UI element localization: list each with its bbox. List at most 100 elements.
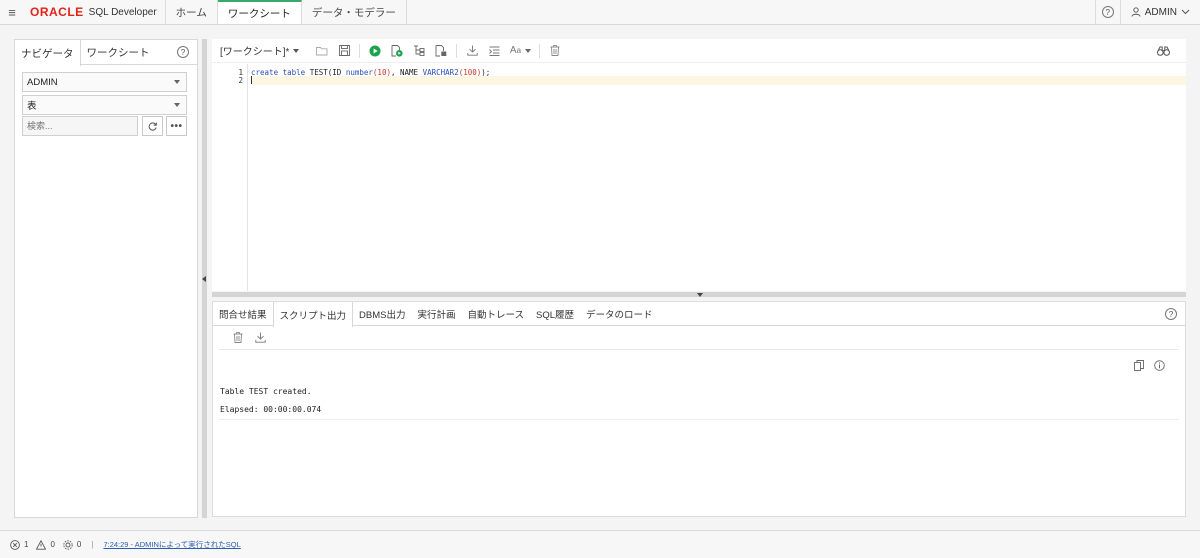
- schema-select[interactable]: ADMIN: [22, 72, 187, 92]
- more-icon: •••: [170, 120, 183, 132]
- clear-output-button[interactable]: [227, 328, 249, 348]
- script-output-line: Elapsed: 00:00:00.074: [220, 405, 322, 414]
- caret-down-icon: [174, 80, 180, 84]
- warning-count: 0: [50, 540, 55, 549]
- oracle-logo: ORACLE: [30, 5, 84, 19]
- download-icon: [467, 45, 478, 56]
- format-button[interactable]: [483, 41, 505, 61]
- clear-editor-button[interactable]: [544, 41, 566, 61]
- output-divider: [219, 419, 1179, 420]
- chevron-down-icon: [1181, 9, 1190, 15]
- user-icon: [1131, 7, 1141, 17]
- gear-icon[interactable]: [63, 539, 73, 550]
- top-bar: ≡ ORACLE SQL Developer ホーム ワークシート データ・モデ…: [0, 0, 1200, 25]
- navigator-tabs: ナビゲータ ワークシート ?: [15, 40, 197, 66]
- caret-down-icon: [174, 103, 180, 107]
- navigator-panel: ナビゲータ ワークシート ? ADMIN 表 •••: [14, 39, 198, 518]
- font-case-icon: Aa: [509, 45, 522, 56]
- vertical-splitter[interactable]: [202, 39, 207, 518]
- tab-query-result[interactable]: 問合せ結果: [213, 302, 273, 325]
- last-sql-link[interactable]: 7:24:29 - ADMINによって実行されたSQL: [103, 539, 240, 550]
- text-cursor: [251, 76, 252, 84]
- error-icon[interactable]: [10, 539, 20, 550]
- download-icon: [254, 332, 266, 343]
- tab-explain-plan[interactable]: 実行計画: [411, 302, 461, 325]
- explain-plan-icon: [414, 45, 425, 56]
- more-actions-button[interactable]: •••: [166, 116, 187, 136]
- info-button[interactable]: [1154, 360, 1165, 374]
- app-brand: ORACLE SQL Developer: [24, 0, 166, 24]
- task-count: 0: [76, 540, 82, 549]
- line-number-gutter: 1 2: [212, 64, 248, 291]
- product-name: SQL Developer: [88, 6, 157, 18]
- hamburger-menu-icon[interactable]: ≡: [0, 0, 24, 24]
- run-script-icon: [392, 44, 404, 57]
- save-icon: [339, 45, 350, 56]
- status-bar: 1 0 0 | 7:24:29 - ADMINによって実行されたSQL: [0, 530, 1200, 558]
- tab-navigator[interactable]: ナビゲータ: [15, 40, 81, 66]
- open-folder-button[interactable]: [311, 41, 333, 61]
- status-divider: |: [91, 540, 94, 549]
- copy-icon: [1134, 360, 1144, 371]
- user-name: ADMIN: [1144, 6, 1177, 18]
- toolbar-divider: [456, 43, 458, 58]
- output-toolbar: [219, 326, 1179, 350]
- line-number: 2: [238, 76, 243, 85]
- binoculars-icon: [1156, 46, 1170, 56]
- editor-toolbar: [ワークシート]* Aa: [212, 39, 1186, 63]
- help-icon: ?: [1101, 6, 1114, 18]
- info-icon: [1154, 360, 1165, 371]
- sql-editor-panel: [ワークシート]* Aa 1 2 create table TEST(ID nu…: [212, 39, 1186, 291]
- top-tab-data-modeler[interactable]: データ・モデラー: [302, 0, 407, 24]
- download-button[interactable]: [461, 41, 483, 61]
- tab-script-output[interactable]: スクリプト出力: [272, 302, 354, 327]
- error-count: 1: [24, 540, 29, 549]
- folder-icon: [316, 46, 328, 55]
- case-toggle-button[interactable]: Aa: [505, 41, 535, 61]
- tab-data-load[interactable]: データのロード: [580, 302, 659, 325]
- tab-worksheet-browser[interactable]: ワークシート: [81, 40, 156, 64]
- run-script-button[interactable]: [386, 41, 408, 61]
- worksheet-name: [ワークシート]*: [220, 47, 290, 58]
- output-actions: [1134, 360, 1165, 374]
- autotrace-button[interactable]: [430, 41, 452, 61]
- code-line-2-current[interactable]: [251, 76, 1186, 85]
- toolbar-divider: [539, 43, 541, 58]
- find-button[interactable]: [1152, 41, 1174, 61]
- navigator-help-icon[interactable]: ?: [177, 46, 189, 58]
- collapse-left-icon[interactable]: [202, 276, 206, 282]
- schema-select-value: ADMIN: [27, 76, 58, 88]
- script-output-line: Table TEST created.: [220, 387, 312, 396]
- output-panel: 問合せ結果 スクリプト出力 DBMS出力 実行計画 自動トレース SQL履歴 デ…: [212, 301, 1186, 517]
- horizontal-splitter[interactable]: [212, 292, 1186, 297]
- output-tabs: 問合せ結果 スクリプト出力 DBMS出力 実行計画 自動トレース SQL履歴 デ…: [213, 302, 1185, 327]
- toolbar-divider: [359, 43, 361, 58]
- trash-icon: [233, 332, 243, 343]
- object-type-value: 表: [27, 101, 37, 112]
- object-search-input[interactable]: [22, 116, 138, 136]
- worksheet-dropdown[interactable]: [ワークシート]*: [220, 43, 300, 58]
- format-lines-icon: [489, 46, 500, 56]
- caret-down-icon: [525, 48, 532, 53]
- top-tab-worksheet[interactable]: ワークシート: [217, 0, 302, 24]
- download-output-button[interactable]: [249, 328, 271, 348]
- tab-dbms-output[interactable]: DBMS出力: [353, 302, 411, 325]
- tab-sql-history[interactable]: SQL履歴: [530, 302, 580, 325]
- refresh-icon: [148, 121, 157, 131]
- object-type-select[interactable]: 表: [22, 95, 187, 115]
- autotrace-icon: [436, 44, 447, 56]
- help-button[interactable]: ?: [1094, 0, 1120, 24]
- top-tab-home[interactable]: ホーム: [166, 0, 218, 24]
- refresh-button[interactable]: [142, 116, 163, 136]
- save-button[interactable]: [333, 41, 355, 61]
- run-icon: [369, 45, 381, 56]
- warning-icon[interactable]: [36, 539, 47, 550]
- user-menu-button[interactable]: ADMIN: [1119, 0, 1200, 24]
- caret-down-icon: [293, 48, 300, 53]
- explain-plan-button[interactable]: [408, 41, 430, 61]
- copy-button[interactable]: [1134, 360, 1144, 374]
- run-statement-button[interactable]: [364, 41, 386, 61]
- collapse-down-icon[interactable]: [697, 293, 703, 297]
- output-help-icon[interactable]: ?: [1165, 308, 1177, 320]
- tab-autotrace[interactable]: 自動トレース: [462, 302, 531, 325]
